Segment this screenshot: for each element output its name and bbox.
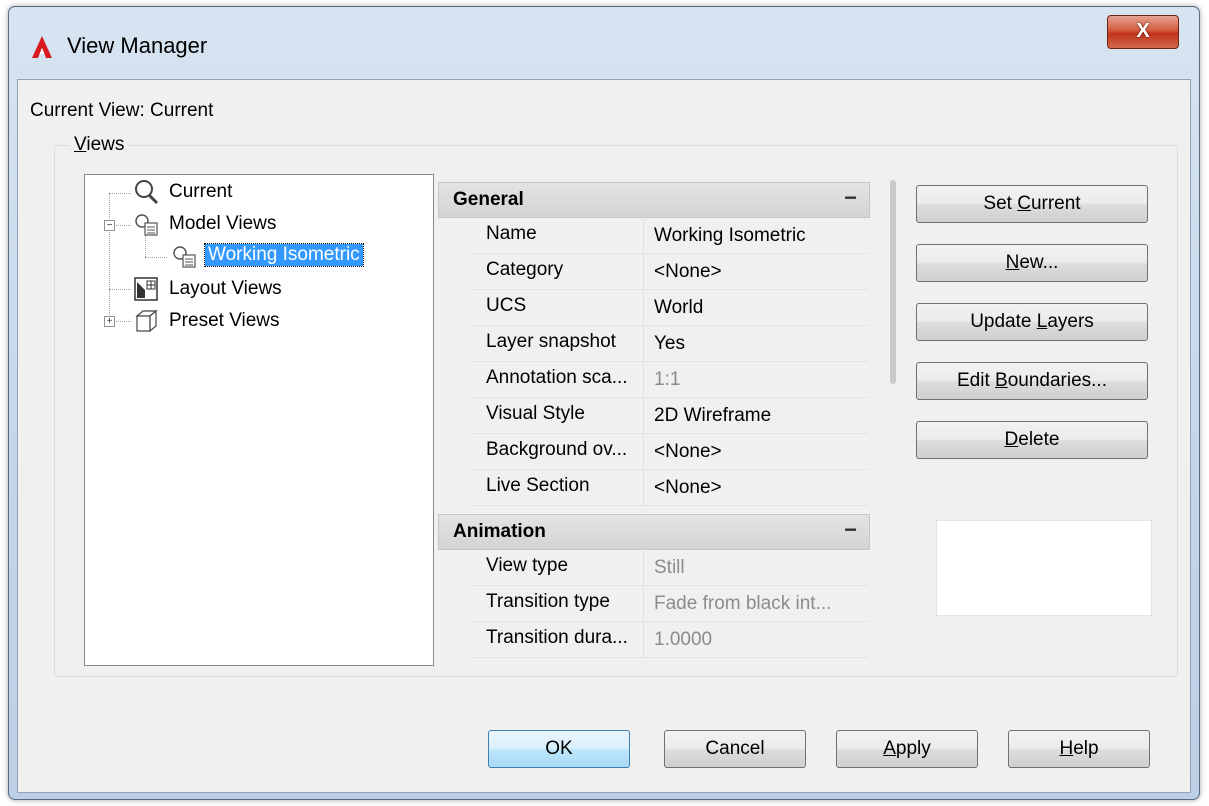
property-name: Annotation sca...	[474, 361, 644, 397]
view-preview	[936, 520, 1152, 616]
apply-button[interactable]: Apply	[836, 730, 978, 768]
property-name: Name	[474, 217, 644, 253]
property-name: Layer snapshot	[474, 325, 644, 361]
property-value[interactable]: <None>	[646, 469, 868, 505]
current-view-label: Current View: Current	[30, 100, 214, 121]
property-name: UCS	[474, 289, 644, 325]
property-name: Transition type	[474, 585, 644, 621]
section-title: Animation	[453, 521, 546, 542]
new-view-button[interactable]: New...	[916, 244, 1148, 282]
property-name: Category	[474, 253, 644, 289]
property-value: Fade from black int...	[654, 593, 832, 614]
property-name: Visual Style	[474, 397, 644, 433]
property-name: Live Section	[474, 469, 644, 505]
preset-views-icon	[135, 309, 158, 333]
tree-line	[109, 193, 110, 321]
views-group-legend: Views	[70, 134, 129, 156]
property-value[interactable]: <None>	[646, 433, 868, 469]
view-properties-grid[interactable]: General − Name Working Isometric Categor…	[438, 174, 874, 664]
property-row-category[interactable]: Category <None>	[474, 253, 868, 290]
property-value: Still	[654, 557, 685, 578]
property-value[interactable]: 2D Wireframe	[646, 397, 868, 433]
property-name: View type	[474, 549, 644, 585]
model-views-icon	[135, 214, 158, 236]
property-value[interactable]: <None>	[646, 253, 868, 289]
properties-scrollbar[interactable]	[890, 180, 896, 384]
section-animation[interactable]: Animation −	[438, 514, 870, 550]
tree-item-label: Layout Views	[169, 278, 282, 299]
title-bar[interactable]: View Manager X	[9, 7, 1199, 79]
property-row-transition-duration: Transition dura... 1.0000	[474, 621, 868, 658]
property-row-annotation-scale: Annotation sca... 1:1	[474, 361, 868, 398]
property-name: Background ov...	[474, 433, 644, 469]
dialog-body: Current View: Current Views Current − Mo…	[17, 79, 1191, 793]
tree-line	[109, 193, 131, 194]
property-row-transition-type: Transition type Fade from black int...	[474, 585, 868, 622]
property-value[interactable]: Working Isometric	[646, 217, 868, 253]
edit-boundaries-button[interactable]: Edit Boundaries...	[916, 362, 1148, 400]
property-name: Transition dura...	[474, 621, 644, 657]
collapse-icon[interactable]: −	[844, 185, 857, 211]
property-value: 1.0000	[654, 629, 713, 650]
close-button[interactable]: X	[1107, 15, 1179, 49]
tree-line	[145, 235, 146, 257]
property-row-ucs[interactable]: UCS World	[474, 289, 868, 326]
delete-button[interactable]: Delete	[916, 421, 1148, 459]
property-row-name[interactable]: Name Working Isometric	[474, 217, 868, 254]
property-value[interactable]: World	[646, 289, 868, 325]
ok-button[interactable]: OK	[488, 730, 630, 768]
set-current-button[interactable]: Set Current	[916, 185, 1148, 223]
expand-toggle[interactable]: +	[104, 316, 115, 327]
magnifier-icon	[135, 180, 159, 205]
tree-item-label: Current	[169, 181, 233, 202]
cancel-button[interactable]: Cancel	[664, 730, 806, 768]
tree-item-label: Preset Views	[169, 310, 280, 331]
views-tree[interactable]: Current − Model Views Working Isometric …	[84, 174, 434, 666]
property-row-live-section[interactable]: Live Section <None>	[474, 469, 868, 506]
window-title: View Manager	[67, 33, 208, 58]
collapse-icon[interactable]: −	[844, 517, 857, 543]
collapse-toggle[interactable]: −	[104, 220, 115, 231]
property-row-view-type: View type Still	[474, 549, 868, 586]
tree-line	[109, 289, 131, 290]
tree-line	[145, 257, 167, 258]
section-title: General	[453, 189, 524, 210]
property-row-background-override[interactable]: Background ov... <None>	[474, 433, 868, 470]
property-row-visual-style[interactable]: Visual Style 2D Wireframe	[474, 397, 868, 434]
view-manager-window: View Manager X Current View: Current Vie…	[8, 6, 1200, 800]
property-value: 1:1	[654, 369, 681, 390]
property-row-layer-snapshot[interactable]: Layer snapshot Yes	[474, 325, 868, 362]
autocad-logo-icon	[32, 36, 52, 58]
close-icon: X	[1136, 20, 1150, 42]
section-general[interactable]: General −	[438, 182, 870, 218]
layout-views-icon	[134, 277, 158, 301]
property-value[interactable]: Yes	[646, 325, 868, 361]
tree-item-label: Working Isometric	[204, 243, 364, 267]
update-layers-button[interactable]: Update Layers	[916, 303, 1148, 341]
named-view-icon	[173, 246, 196, 268]
tree-item-label: Model Views	[169, 213, 277, 234]
help-button[interactable]: Help	[1008, 730, 1150, 768]
